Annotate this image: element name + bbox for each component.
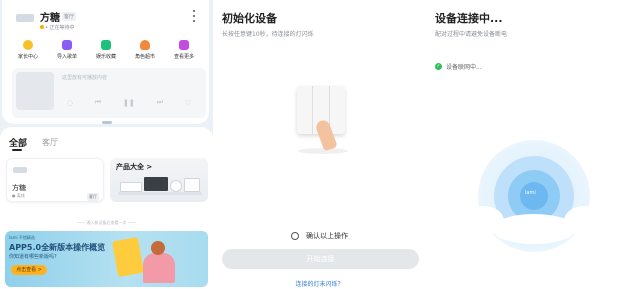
pause-icon[interactable]: ❚❚ xyxy=(123,99,135,107)
device-name[interactable]: 方糖 xyxy=(40,9,60,24)
device-card-status: ● 离线 xyxy=(12,193,25,198)
section-separator: —— 通入新设备后查看一次 —— xyxy=(77,220,136,225)
drag-handle[interactable] xyxy=(102,121,112,124)
check-icon: ✓ xyxy=(435,63,442,70)
music-player[interactable]: 这里放有可播放内容 ◌ ⏮ ❚❚ ⏭ ♡ xyxy=(12,68,206,118)
parent-center-icon xyxy=(23,40,33,50)
quick-action-parent-center[interactable]: 家长中心 xyxy=(10,40,46,60)
quick-action-label: 娱乐收藏 xyxy=(95,54,116,60)
banner-title: APP5.0全新版本操作概览 xyxy=(9,243,106,252)
banner-brand: lami 不错精选 xyxy=(9,235,35,240)
quick-action-import-playlist[interactable]: 导入歌单 xyxy=(49,40,85,60)
loop-icon[interactable]: ◌ xyxy=(67,99,73,107)
quick-action-role-market[interactable]: 角色超市 xyxy=(127,40,163,60)
previous-icon[interactable]: ⏮ xyxy=(95,98,101,107)
home-panel: 方糖 客厅 • 正在等待中 家长中心 导入歌单 娱乐收藏 角色超市 查看更多 这… xyxy=(0,0,213,289)
initialize-panel: 初始化设备 长按任意键10秒，待连接的灯闪烁 确认以上操作 开始连接 连接的灯未… xyxy=(213,0,426,289)
screen: 方糖 客厅 • 正在等待中 家长中心 导入歌单 娱乐收藏 角色超市 查看更多 这… xyxy=(0,0,640,289)
role-market-icon xyxy=(140,40,150,50)
favorites-icon xyxy=(101,40,111,50)
product-catalog-card[interactable]: 产品大全 > xyxy=(110,158,208,202)
confirm-checkbox[interactable]: 确认以上操作 xyxy=(291,231,348,241)
player-controls: ◌ ⏮ ❚❚ ⏭ ♡ xyxy=(56,98,202,107)
appliance-image xyxy=(184,178,200,192)
device-card-name: 方糖 xyxy=(12,184,26,192)
network-status: ✓ 设备联网中... xyxy=(435,62,482,71)
device-card[interactable]: 方糖 ● 离线 客厅 xyxy=(6,158,104,202)
person-head-illustration xyxy=(151,241,165,255)
player-placeholder: 这里放有可播放内容 xyxy=(62,75,108,81)
speaker-icon xyxy=(13,167,27,173)
appliance-image xyxy=(144,177,168,191)
product-catalog-title: 产品大全 > xyxy=(116,163,153,171)
tab-all[interactable]: 全部 xyxy=(9,136,27,149)
cloud-illustration xyxy=(492,214,576,244)
device-room-badge: 客厅 xyxy=(62,12,77,21)
page-subtitle: 长按任意键10秒，待连接的灯闪烁 xyxy=(222,31,314,38)
quick-action-favorites[interactable]: 娱乐收藏 xyxy=(88,40,124,60)
page-title: 初始化设备 xyxy=(222,12,277,25)
quick-action-label: 角色超市 xyxy=(134,54,155,60)
more-apps-icon xyxy=(179,40,189,50)
device-brand-label: lami xyxy=(525,190,536,196)
tab-living-room[interactable]: 客厅 xyxy=(42,137,58,148)
confirm-label: 确认以上操作 xyxy=(306,232,348,240)
next-icon[interactable]: ⏭ xyxy=(157,98,163,107)
connecting-panel: 设备连接中... 配对过程中请避免设备断电 ✓ 设备联网中... lami xyxy=(426,0,640,289)
appliance-image xyxy=(120,182,142,192)
quick-action-label: 查看更多 xyxy=(173,54,194,60)
switch-key xyxy=(297,86,314,134)
light-not-blinking-link[interactable]: 连接的灯未闪烁？ xyxy=(213,279,426,288)
appliance-image xyxy=(170,180,182,192)
heart-icon[interactable]: ♡ xyxy=(185,99,191,107)
more-options-icon[interactable] xyxy=(192,10,196,22)
device-card-room: 客厅 xyxy=(87,193,99,201)
banner-subtitle: 你知道有哪些新版吗? xyxy=(9,254,57,260)
device-status-text: • 正在等待中 xyxy=(45,25,75,31)
quick-action-more[interactable]: 查看更多 xyxy=(166,40,202,60)
network-status-label: 设备联网中... xyxy=(446,64,482,71)
speaker-icon xyxy=(16,14,34,22)
page-subtitle: 配对过程中请避免设备断电 xyxy=(435,31,508,38)
switch-key xyxy=(330,86,345,134)
radio-icon[interactable] xyxy=(291,232,299,240)
album-art xyxy=(16,72,54,110)
quick-action-label: 家长中心 xyxy=(17,54,38,60)
device-status: • 正在等待中 xyxy=(40,24,75,31)
status-dot-icon xyxy=(40,25,44,29)
import-playlist-icon xyxy=(62,40,72,50)
page-title: 设备连接中... xyxy=(435,12,503,25)
banner-view-button[interactable]: 点击查看 > xyxy=(11,265,47,275)
start-connect-button[interactable]: 开始连接 xyxy=(222,249,419,269)
tab-active-indicator xyxy=(12,149,22,151)
promo-banner[interactable]: lami 不错精选 APP5.0全新版本操作概览 你知道有哪些新版吗? 点击查看… xyxy=(5,231,208,287)
quick-action-label: 导入歌单 xyxy=(56,54,77,60)
person-illustration xyxy=(143,253,175,283)
quick-actions: 家长中心 导入歌单 娱乐收藏 角色超市 查看更多 xyxy=(10,40,202,60)
device-list-sheet: 全部 客厅 方糖 ● 离线 客厅 产品大全 > —— 通入新设备后查看一次 ——… xyxy=(0,127,213,289)
phone-illustration xyxy=(112,237,144,277)
device-header-card: 方糖 客厅 • 正在等待中 家长中心 导入歌单 娱乐收藏 角色超市 查看更多 这… xyxy=(2,0,209,124)
appliance-image xyxy=(118,192,202,195)
pulse-core xyxy=(520,182,548,210)
